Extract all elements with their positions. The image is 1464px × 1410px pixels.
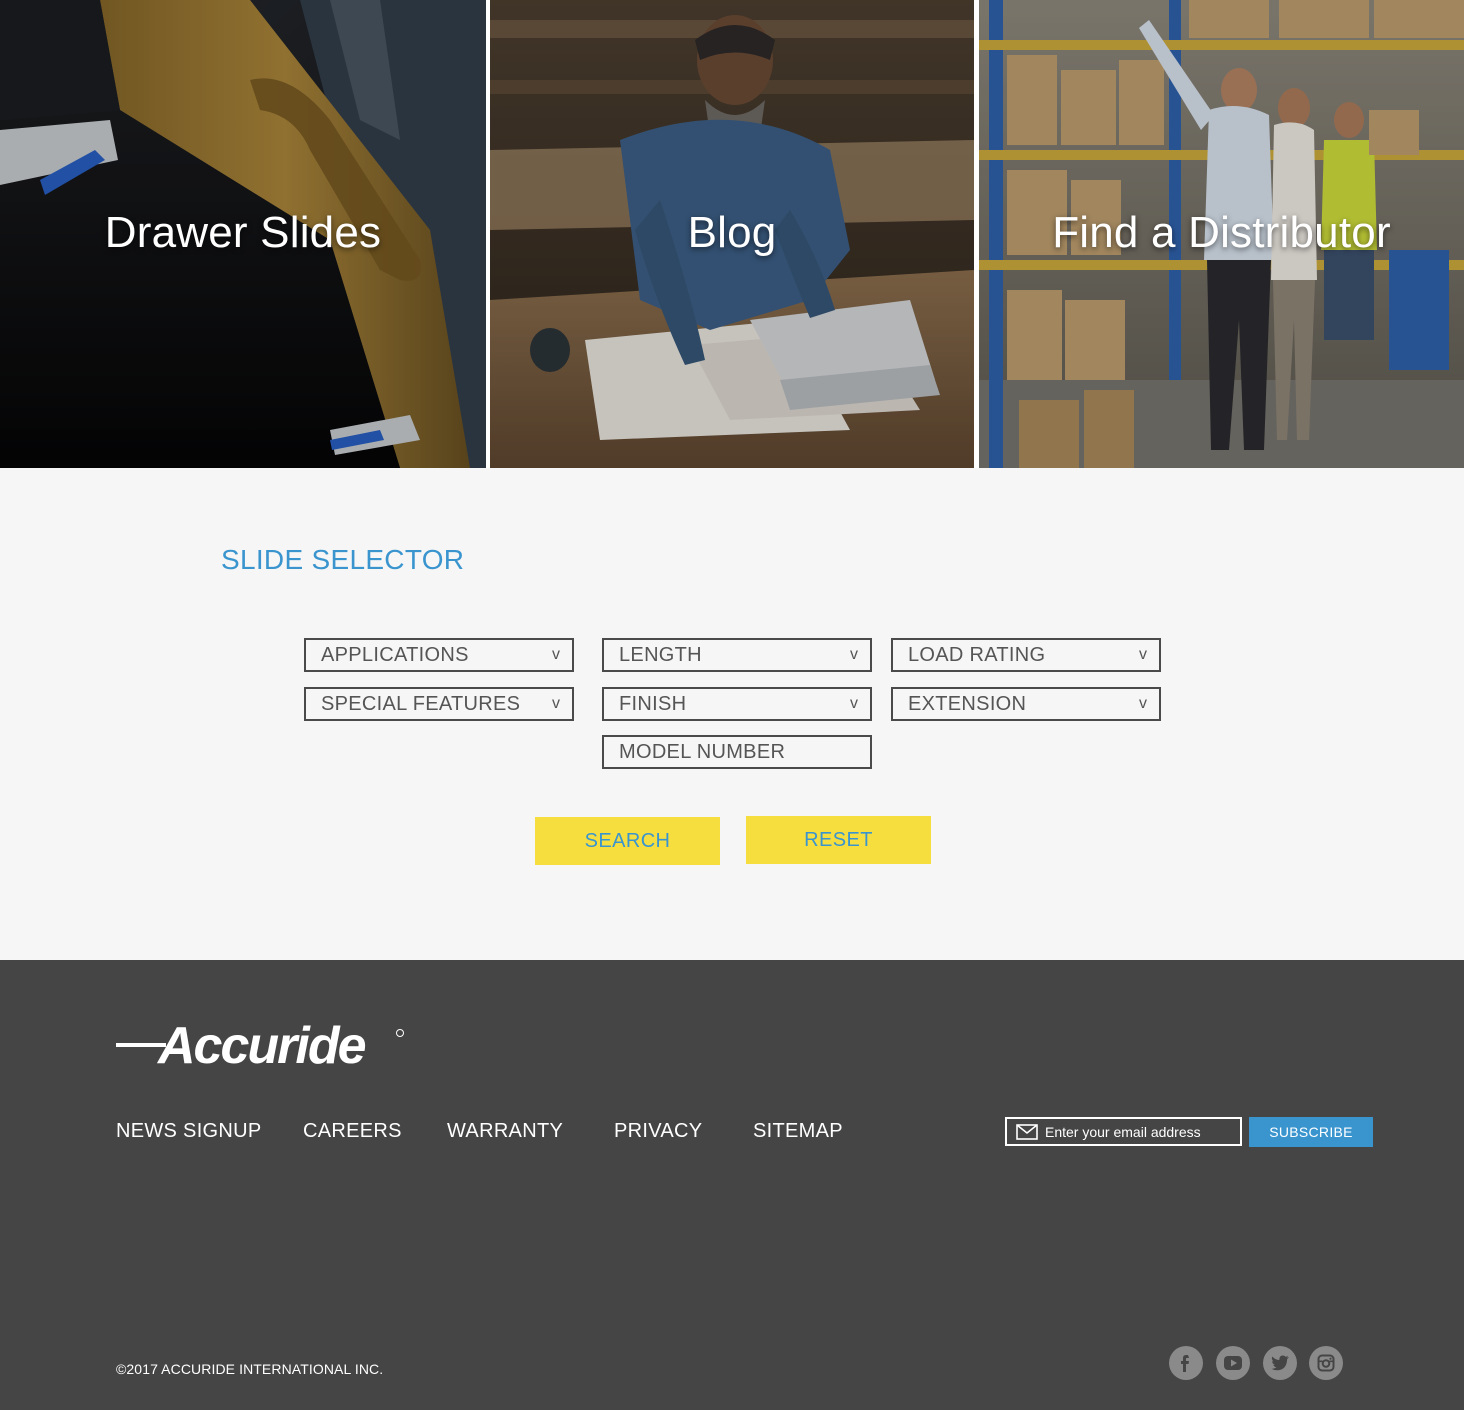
logo-wordmark: Accuride	[156, 1017, 366, 1074]
email-signup-box	[1005, 1117, 1242, 1146]
nav-privacy[interactable]: PRIVACY	[614, 1120, 702, 1143]
envelope-icon	[1016, 1124, 1038, 1140]
section-title: SLIDE SELECTOR	[221, 544, 465, 575]
tile-label: Find a Distributor	[1052, 208, 1391, 257]
subscribe-button[interactable]: SUBSCRIBE	[1249, 1117, 1373, 1147]
dropdown-label: SPECIAL FEATURES	[321, 693, 521, 715]
chevron-down-icon: v	[1139, 695, 1147, 712]
chevron-down-icon: v	[850, 646, 858, 663]
model-number-placeholder: MODEL NUMBER	[619, 741, 786, 763]
slide-selector-section: SLIDE SELECTOR APPLICATIONS v LENGTH v L…	[0, 468, 1464, 960]
chevron-down-icon: v	[1139, 646, 1147, 663]
youtube-icon[interactable]	[1216, 1346, 1250, 1380]
chevron-down-icon: v	[552, 695, 560, 712]
site-footer: Accuride NEWS SIGNUP CAREERS WARRANTY PR…	[0, 960, 1464, 1410]
special-features-dropdown[interactable]: SPECIAL FEATURES v	[304, 687, 574, 721]
dropdown-label: LOAD RATING	[908, 644, 1046, 666]
instagram-icon[interactable]	[1309, 1346, 1343, 1380]
twitter-icon[interactable]	[1263, 1346, 1297, 1380]
chevron-down-icon: v	[850, 695, 858, 712]
finish-dropdown[interactable]: FINISH v	[602, 687, 872, 721]
tile-find-distributor[interactable]: Find a Distributor	[979, 0, 1464, 468]
facebook-icon[interactable]	[1169, 1346, 1203, 1380]
dropdown-label: FINISH	[619, 693, 687, 715]
load-rating-dropdown[interactable]: LOAD RATING v	[891, 638, 1161, 672]
dropdown-label: LENGTH	[619, 644, 702, 666]
model-number-field[interactable]: MODEL NUMBER	[602, 735, 872, 769]
tile-blog[interactable]: Blog	[490, 0, 974, 468]
tile-label: Drawer Slides	[104, 208, 382, 257]
email-input[interactable]	[1045, 1122, 1235, 1142]
reset-button[interactable]: RESET	[746, 816, 931, 864]
tile-label: Blog	[687, 208, 777, 257]
dropdown-label: EXTENSION	[908, 693, 1027, 715]
nav-sitemap[interactable]: SITEMAP	[753, 1120, 843, 1143]
nav-careers[interactable]: CAREERS	[303, 1120, 402, 1143]
chevron-down-icon: v	[552, 646, 560, 663]
extension-dropdown[interactable]: EXTENSION v	[891, 687, 1161, 721]
applications-dropdown[interactable]: APPLICATIONS v	[304, 638, 574, 672]
nav-news-signup[interactable]: NEWS SIGNUP	[116, 1120, 262, 1143]
tile-drawer-slides[interactable]: Drawer Slides	[0, 0, 486, 468]
dropdown-label: APPLICATIONS	[321, 644, 469, 666]
hero-tiles: Drawer Slides Blog Find a Distributor	[0, 0, 1464, 468]
length-dropdown[interactable]: LENGTH v	[602, 638, 872, 672]
accuride-logo[interactable]: Accuride	[114, 1014, 414, 1079]
nav-warranty[interactable]: WARRANTY	[447, 1120, 563, 1143]
search-button[interactable]: SEARCH	[535, 817, 720, 865]
copyright-text: ©2017 ACCURIDE INTERNATIONAL INC.	[116, 1361, 384, 1377]
